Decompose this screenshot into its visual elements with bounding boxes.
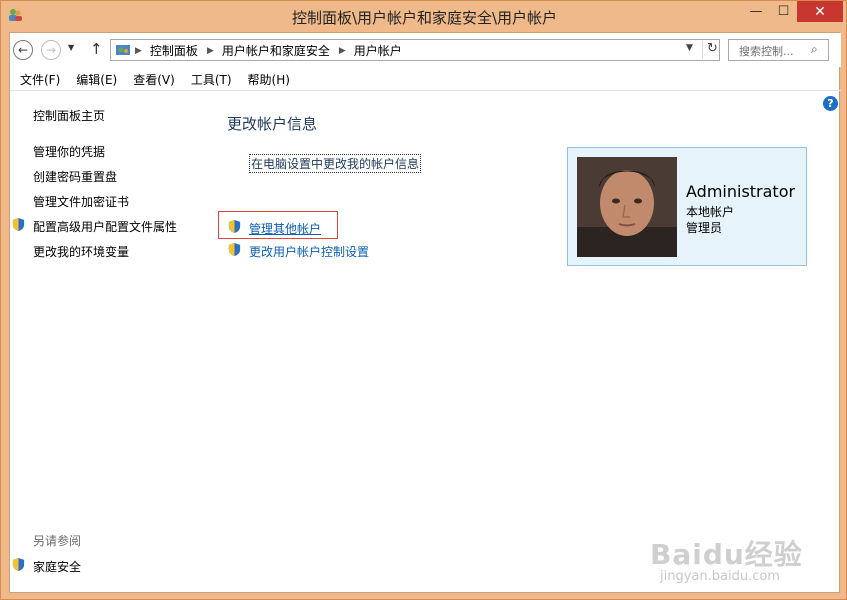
advanced-profile-link[interactable]: 配置高级用户配置文件属性	[33, 218, 177, 235]
maximize-button[interactable]: ☐	[770, 1, 797, 22]
pc-settings-link[interactable]: 在电脑设置中更改我的帐户信息	[249, 154, 422, 173]
navigation-bar: ← → ▼ ↑ ▶ 控制面板 ▶ 用户帐户和家庭安全 ▶ 用户帐户 ▼ ↻ 搜索…	[10, 33, 841, 67]
address-dropdown-button[interactable]: ▼	[686, 43, 693, 53]
account-type: 本地帐户	[686, 205, 735, 219]
shield-icon	[12, 217, 25, 232]
breadcrumb-control-panel[interactable]: 控制面板	[150, 42, 198, 59]
window-content: ← → ▼ ↑ ▶ 控制面板 ▶ 用户帐户和家庭安全 ▶ 用户帐户 ▼ ↻ 搜索…	[9, 32, 841, 594]
shield-icon	[228, 242, 241, 257]
breadcrumb: ▶ 控制面板 ▶ 用户帐户和家庭安全 ▶ 用户帐户	[135, 42, 402, 59]
page-title: 更改帐户信息	[227, 115, 318, 133]
menu-file[interactable]: 文件(F)	[14, 71, 66, 88]
window-title: 控制面板\用户帐户和家庭安全\用户帐户	[291, 9, 558, 27]
account-name: Administrator	[686, 182, 796, 201]
control-panel-home-link[interactable]: 控制面板主页	[33, 107, 105, 124]
chevron-down-icon: ▼	[686, 43, 693, 53]
up-button[interactable]: ↑	[90, 40, 103, 58]
uac-settings-link[interactable]: 更改用户帐户控制设置	[249, 243, 369, 260]
watermark-logo: Baidu经验	[650, 538, 803, 571]
create-reset-disk-link[interactable]: 创建密码重置盘	[33, 168, 117, 185]
watermark: Baidu经验 jingyan.baidu.com	[650, 533, 840, 593]
title-bar[interactable]: 控制面板\用户帐户和家庭安全\用户帐户 — ☐ ✕	[1, 1, 847, 31]
back-button[interactable]: ←	[13, 40, 33, 60]
watermark-url: jingyan.baidu.com	[660, 569, 780, 584]
see-also-heading: 另请参阅	[33, 534, 82, 548]
menu-edit[interactable]: 编辑(E)	[70, 71, 123, 88]
chevron-down-icon: ▼	[68, 43, 75, 52]
menu-help[interactable]: 帮助(H)	[242, 71, 296, 88]
environment-variables-link[interactable]: 更改我的环境变量	[33, 243, 129, 260]
account-card: Administrator 本地帐户 管理员	[567, 147, 807, 266]
shield-icon	[228, 219, 241, 234]
chevron-right-icon: ▶	[135, 45, 142, 56]
window-frame: 控制面板\用户帐户和家庭安全\用户帐户 — ☐ ✕ ← → ▼ ↑ ▶ 控制面板…	[0, 0, 847, 600]
search-input[interactable]: 搜索控制...	[739, 43, 794, 59]
left-pane: 控制面板主页 管理你的凭据 创建密码重置盘 管理文件加密证书 配置高级用户配置文…	[10, 91, 215, 594]
account-role: 管理员	[686, 221, 723, 235]
address-bar[interactable]: ▶ 控制面板 ▶ 用户帐户和家庭安全 ▶ 用户帐户 ▼ ↻	[110, 39, 720, 61]
chevron-right-icon[interactable]: ▶	[207, 46, 214, 56]
shield-icon	[12, 557, 25, 572]
family-safety-link[interactable]: 家庭安全	[33, 558, 81, 575]
menu-view[interactable]: 查看(V)	[127, 71, 181, 88]
minimize-button[interactable]: —	[742, 1, 770, 22]
search-box[interactable]: 搜索控制... ⌕	[728, 39, 829, 61]
refresh-button[interactable]: ↻	[702, 41, 718, 59]
account-avatar[interactable]	[577, 157, 677, 257]
arrow-right-icon: →	[45, 43, 57, 57]
help-icon[interactable]: ?	[823, 96, 838, 111]
control-panel-icon	[116, 45, 130, 55]
close-button[interactable]: ✕	[797, 1, 843, 22]
refresh-icon: ↻	[707, 41, 718, 56]
arrow-up-icon: ↑	[90, 40, 103, 58]
menu-tools[interactable]: 工具(T)	[185, 71, 238, 88]
breadcrumb-user-accounts-family[interactable]: 用户帐户和家庭安全	[222, 42, 330, 59]
menu-bar: 文件(F) 编辑(E) 查看(V) 工具(T) 帮助(H)	[10, 69, 841, 91]
manage-credentials-link[interactable]: 管理你的凭据	[33, 143, 105, 160]
breadcrumb-user-accounts[interactable]: 用户帐户	[354, 42, 402, 59]
manage-encryption-cert-link[interactable]: 管理文件加密证书	[33, 193, 129, 210]
recent-locations-button[interactable]: ▼	[68, 43, 74, 52]
chevron-right-icon[interactable]: ▶	[339, 46, 346, 56]
arrow-left-icon: ←	[17, 43, 29, 57]
forward-button[interactable]: →	[41, 40, 61, 60]
search-icon[interactable]: ⌕	[811, 42, 818, 57]
manage-other-accounts-link[interactable]: 管理其他帐户	[249, 220, 321, 237]
